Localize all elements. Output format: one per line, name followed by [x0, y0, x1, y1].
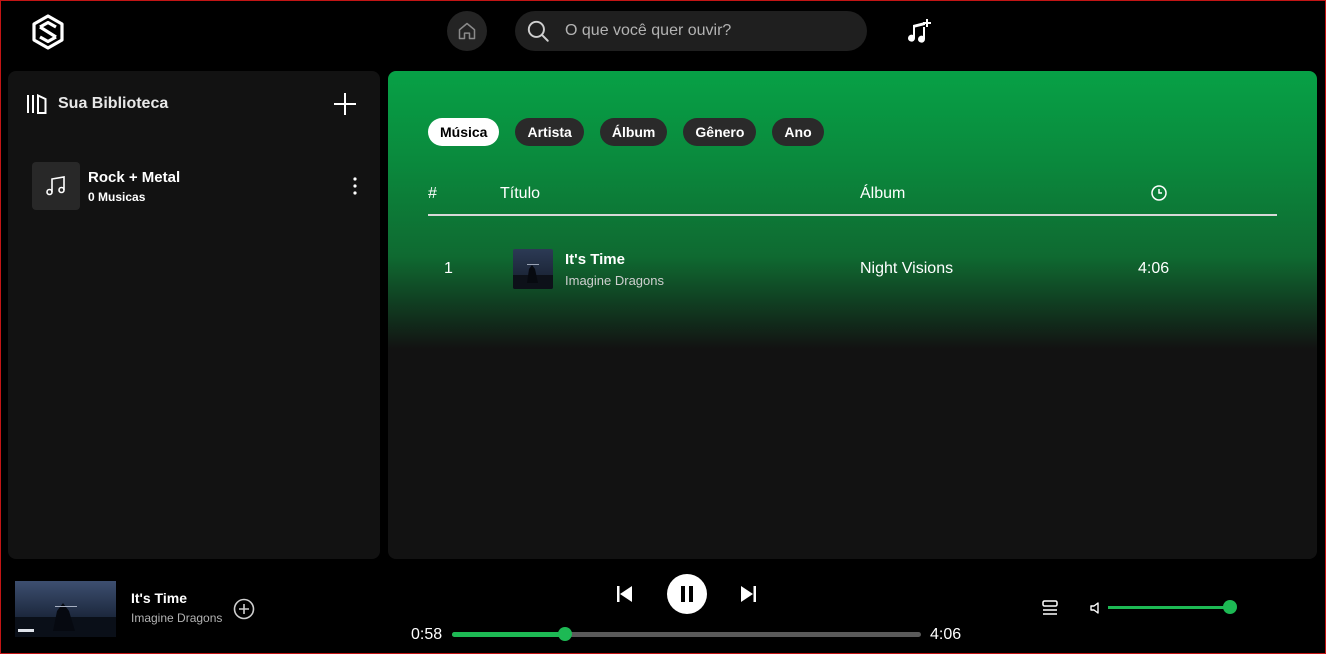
filter-artista[interactable]: Artista	[515, 118, 584, 146]
track-cover	[513, 249, 553, 289]
library-sidebar: Sua Biblioteca Rock + Metal 0 Musicas	[8, 71, 380, 559]
now-playing-cover	[15, 581, 116, 637]
home-button[interactable]	[447, 11, 487, 51]
pause-icon	[681, 586, 693, 602]
table-row[interactable]: 1 It's Time Imagine Dragons Night Vision…	[428, 247, 1277, 291]
total-time: 4:06	[930, 626, 962, 643]
pause-button[interactable]	[667, 574, 707, 614]
filter-chips: Música Artista Álbum Gênero Ano	[428, 118, 824, 146]
plus-icon	[334, 93, 356, 115]
music-note-icon	[46, 176, 65, 196]
next-button[interactable]	[738, 584, 758, 604]
progress-handle[interactable]	[557, 627, 572, 641]
playlist-cover	[32, 162, 80, 210]
playlist-item[interactable]: Rock + Metal 0 Musicas	[32, 161, 372, 211]
volume-handle[interactable]	[1223, 600, 1237, 614]
track-artist[interactable]: Imagine Dragons	[565, 273, 664, 288]
music-plus-icon	[908, 19, 931, 43]
track-number: 1	[444, 260, 453, 277]
search-icon	[527, 20, 549, 42]
more-vertical-icon	[353, 177, 357, 195]
queue-button[interactable]	[1041, 599, 1059, 617]
volume-icon[interactable]	[1089, 600, 1105, 616]
track-album[interactable]: Night Visions	[860, 260, 953, 278]
filter-album[interactable]: Álbum	[599, 118, 668, 146]
filter-ano[interactable]: Ano	[772, 118, 824, 146]
queue-icon	[1042, 600, 1058, 615]
progress-bar[interactable]	[452, 627, 921, 641]
filter-musica[interactable]: Música	[428, 118, 500, 146]
playlist-name: Rock + Metal	[88, 168, 181, 186]
current-time: 0:58	[411, 626, 443, 643]
playlist-more-button[interactable]	[348, 175, 362, 197]
add-music-button[interactable]	[903, 17, 933, 45]
playlist-count: 0 Musicas	[88, 189, 146, 204]
now-playing-title: It's Time	[131, 590, 187, 606]
home-icon	[458, 22, 476, 40]
volume-slider[interactable]	[1108, 600, 1237, 614]
now-playing-artist[interactable]: Imagine Dragons	[131, 611, 222, 625]
add-to-library-button[interactable]	[233, 598, 255, 620]
track-title: It's Time	[565, 251, 625, 268]
skip-previous-icon	[617, 586, 632, 602]
search-bar[interactable]	[515, 11, 867, 51]
app-logo-icon[interactable]	[29, 13, 67, 51]
search-input[interactable]	[563, 21, 847, 41]
progress-fill	[452, 632, 565, 637]
library-title: Sua Biblioteca	[58, 95, 169, 112]
skip-next-icon	[741, 586, 756, 602]
plus-circle-icon	[233, 598, 255, 620]
clock-icon	[1150, 184, 1168, 207]
track-duration: 4:06	[1138, 260, 1170, 277]
column-number-header: #	[428, 185, 437, 202]
filter-genero[interactable]: Gênero	[683, 118, 757, 146]
table-header-divider	[428, 214, 1277, 216]
library-icon	[27, 93, 47, 114]
create-playlist-button[interactable]	[332, 91, 358, 117]
library-header[interactable]: Sua Biblioteca	[26, 93, 168, 115]
column-title-header: Título	[500, 185, 541, 202]
previous-button[interactable]	[615, 584, 635, 604]
volume-fill	[1108, 606, 1230, 609]
column-album-header: Álbum	[860, 185, 906, 202]
main-content: Música Artista Álbum Gênero Ano # Título…	[388, 71, 1317, 559]
